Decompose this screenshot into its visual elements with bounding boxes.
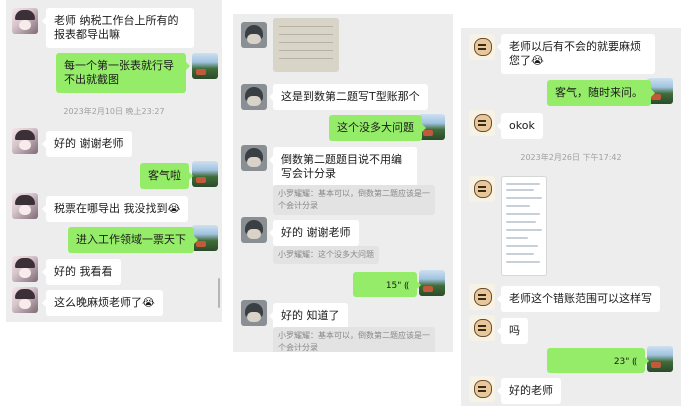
contact-avatar[interactable] <box>469 376 495 402</box>
chat-panel-3: 老师以后有不会的就要麻烦您了😭 客气，随时来问。 okok 2023年2月26日… <box>461 28 681 406</box>
contact-avatar[interactable] <box>469 176 495 202</box>
voice-message[interactable]: 23" ⸨ <box>547 348 649 373</box>
message-bubble-outgoing[interactable]: 进入工作领域一票天下 <box>68 227 198 253</box>
message-bubble-outgoing[interactable]: 每一个第一张表就行导不出就截图 <box>56 53 190 93</box>
message-bubble-outgoing[interactable]: 客气啦 <box>140 163 193 189</box>
message-bubble-outgoing[interactable]: 客气，随时来问。 <box>547 80 655 106</box>
message-bubble-incoming[interactable]: okok <box>497 113 543 139</box>
chat-panel-2: 这是到数第二题写T型账那个 这个没多大问题 倒数第二题题目说不用编写会计分录 小… <box>233 14 453 352</box>
photo-message[interactable] <box>273 18 339 72</box>
contact-avatar[interactable] <box>469 284 495 310</box>
contact-avatar[interactable] <box>241 145 267 171</box>
quoted-message[interactable]: 小罗耀耀：基本可以，倒数第二题应该是一个会计分录 <box>273 185 435 215</box>
message-bubble-incoming[interactable]: 倒数第二题题目说不用编写会计分录 <box>269 147 417 187</box>
contact-avatar[interactable] <box>241 22 267 48</box>
voice-message[interactable]: 15" ⸨ <box>353 272 421 297</box>
voice-wave-icon: ⸨ <box>404 281 409 291</box>
self-avatar[interactable] <box>192 161 218 187</box>
self-avatar[interactable] <box>192 53 218 79</box>
chat-timestamp: 2023年2月10日 晚上23:27 <box>63 107 165 116</box>
self-avatar[interactable] <box>647 346 673 372</box>
message-bubble-incoming[interactable]: 好的 谢谢老师 <box>42 131 132 157</box>
voice-duration: 23" <box>613 357 630 367</box>
contact-avatar[interactable] <box>469 34 495 60</box>
contact-avatar[interactable] <box>469 315 495 341</box>
chat-panel-1: 老师 纳税工作台上所有的报表都导出嘛 每一个第一张表就行导不出就截图 2023年… <box>6 0 222 322</box>
message-bubble-incoming[interactable]: 这是到数第二题写T型账那个 <box>269 84 428 110</box>
message-bubble-incoming[interactable]: 老师这个错账范围可以这样写 <box>497 286 660 312</box>
contact-avatar[interactable] <box>241 217 267 243</box>
chat-timestamp: 2023年2月26日 下午17:42 <box>520 153 622 162</box>
quoted-message[interactable]: 小罗耀耀：这个没多大问题 <box>273 246 379 264</box>
message-bubble-incoming[interactable]: 老师 纳税工作台上所有的报表都导出嘛 <box>42 8 194 48</box>
contact-avatar[interactable] <box>241 300 267 326</box>
quoted-message[interactable]: 小罗耀耀：基本可以，倒数第二题应该是一个会计分录 <box>273 327 435 352</box>
voice-duration: 15" <box>385 281 402 291</box>
message-bubble-incoming[interactable]: 税票在哪导出 我没找到😭 <box>41 196 189 222</box>
message-bubble-outgoing[interactable]: 这个没多大问题 <box>329 115 426 141</box>
contact-avatar[interactable] <box>12 287 38 313</box>
contact-avatar[interactable] <box>12 193 38 219</box>
contact-avatar[interactable] <box>469 110 495 136</box>
voice-wave-icon: ⸨ <box>632 357 637 367</box>
message-bubble-incoming[interactable]: 好的 知道了 <box>269 303 348 329</box>
contact-avatar[interactable] <box>12 8 38 34</box>
contact-avatar[interactable] <box>241 84 267 110</box>
message-bubble-incoming[interactable]: 好的 谢谢老师 <box>269 220 359 246</box>
message-bubble-incoming[interactable]: 好的老师 <box>497 378 561 404</box>
self-avatar[interactable] <box>419 270 445 296</box>
contact-avatar[interactable] <box>12 256 38 282</box>
message-bubble-incoming[interactable]: 好的 我看看 <box>42 259 121 285</box>
screenshot-message[interactable] <box>501 176 547 276</box>
message-bubble-incoming[interactable]: 老师以后有不会的就要麻烦您了😭 <box>497 34 655 74</box>
message-bubble-incoming[interactable]: 吗 <box>497 318 528 344</box>
contact-avatar[interactable] <box>12 128 38 154</box>
message-bubble-incoming[interactable]: 这么晚麻烦老师了😭 <box>42 290 163 316</box>
scrollbar[interactable] <box>218 278 220 308</box>
